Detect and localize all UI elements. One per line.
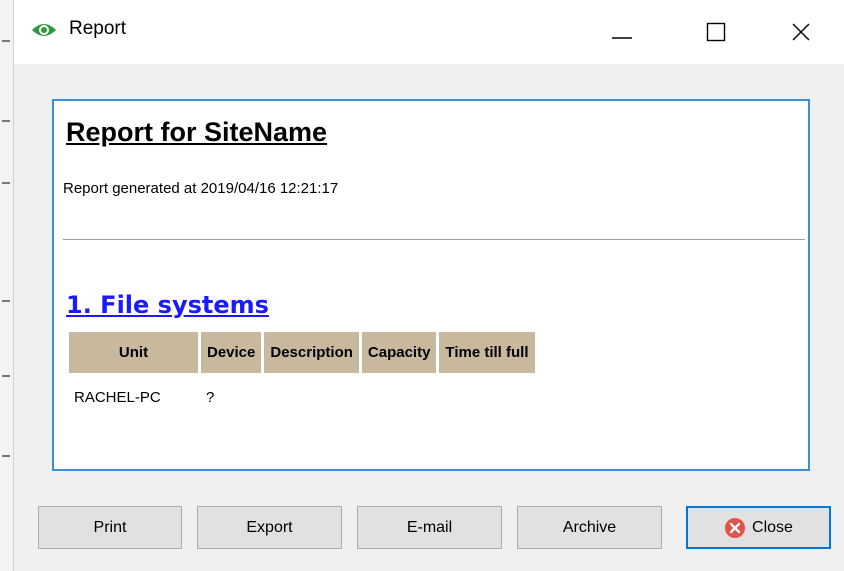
column-header-unit: Unit bbox=[69, 332, 198, 373]
archive-button[interactable]: Archive bbox=[517, 506, 662, 549]
cell-time-till-full bbox=[439, 373, 534, 421]
cell-capacity bbox=[362, 373, 437, 421]
background-window-edge bbox=[0, 0, 14, 571]
window-title: Report bbox=[69, 18, 127, 39]
table-row: RACHEL-PC ? bbox=[69, 373, 535, 421]
close-button[interactable]: Close bbox=[686, 506, 831, 549]
cell-device: ? bbox=[206, 388, 215, 406]
window-close-button[interactable] bbox=[778, 12, 824, 52]
table-header-row: Unit Device Description Capacity Time ti… bbox=[69, 332, 535, 373]
minimize-button[interactable] bbox=[599, 12, 645, 52]
minimize-icon bbox=[612, 37, 632, 39]
section-heading-file-systems[interactable]: 1. File systems bbox=[66, 291, 269, 319]
background-mark bbox=[2, 455, 10, 457]
cell-unit: RACHEL-PC bbox=[74, 388, 161, 406]
close-button-label: Close bbox=[752, 518, 793, 536]
report-generated-timestamp: Report generated at 2019/04/16 12:21:17 bbox=[63, 180, 339, 197]
column-header-capacity: Capacity bbox=[361, 332, 437, 373]
report-title: Report for SiteName bbox=[66, 117, 328, 147]
maximize-button[interactable] bbox=[693, 12, 739, 52]
eye-icon bbox=[32, 24, 56, 36]
divider bbox=[63, 239, 805, 240]
report-view[interactable]: Report for SiteName Report generated at … bbox=[52, 99, 810, 471]
email-button[interactable]: E-mail bbox=[357, 506, 502, 549]
file-systems-table: Unit Device Description Capacity Time ti… bbox=[66, 332, 538, 421]
background-mark bbox=[2, 182, 10, 184]
cell-description bbox=[264, 373, 359, 421]
report-dialog: Report Report for SiteName Report genera… bbox=[14, 0, 844, 571]
export-button[interactable]: Export bbox=[197, 506, 342, 549]
column-header-description: Description bbox=[264, 332, 359, 373]
background-mark bbox=[2, 40, 10, 42]
print-button[interactable]: Print bbox=[38, 506, 182, 549]
close-circle-icon bbox=[725, 517, 746, 538]
background-mark bbox=[2, 300, 10, 302]
column-header-time-till-full: Time till full bbox=[439, 332, 535, 373]
maximize-icon bbox=[706, 22, 726, 42]
column-header-device: Device bbox=[201, 332, 262, 373]
background-mark bbox=[2, 120, 10, 122]
close-x-icon bbox=[792, 23, 810, 41]
title-bar[interactable]: Report bbox=[14, 0, 844, 64]
background-mark bbox=[2, 375, 10, 377]
